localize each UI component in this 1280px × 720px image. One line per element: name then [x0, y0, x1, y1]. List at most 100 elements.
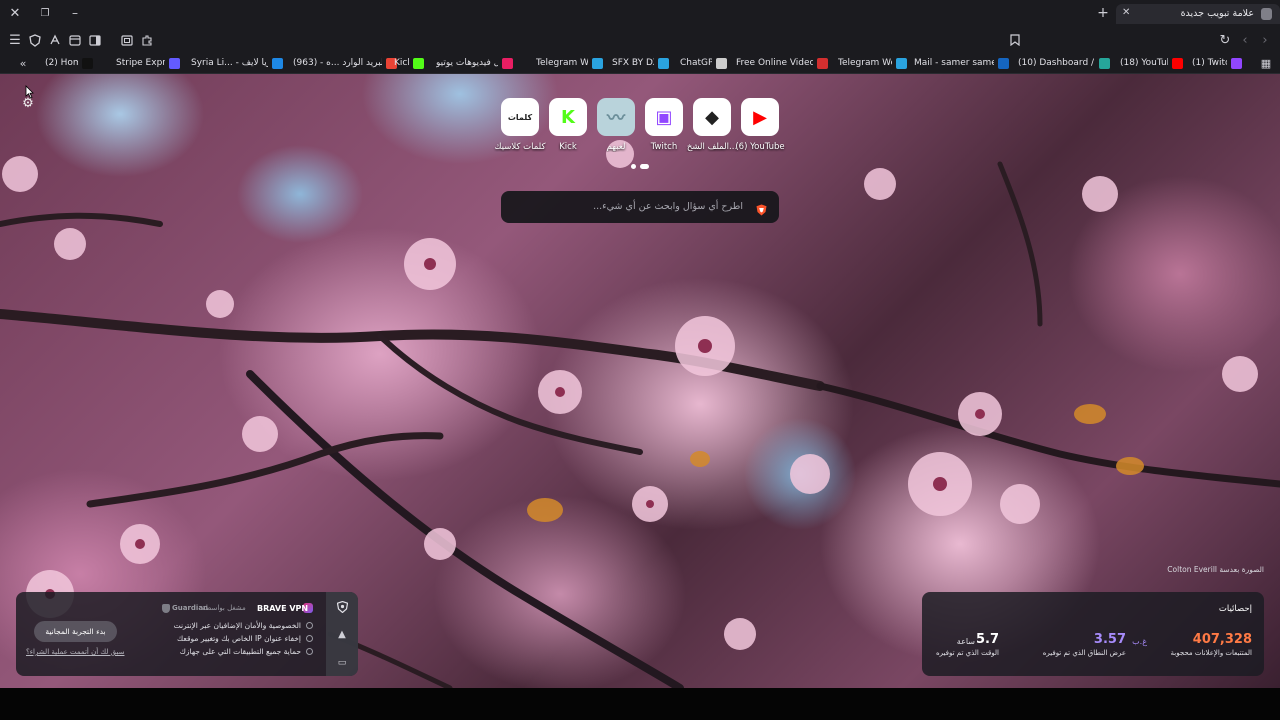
downloader-icon	[502, 57, 513, 69]
bookmark-icon[interactable]	[1008, 33, 1022, 47]
restore-window-icon[interactable]: ❐	[38, 6, 52, 20]
profile-icon[interactable]: ◆	[693, 98, 731, 136]
bookmark-label: (18) YouTube	[1120, 58, 1168, 68]
bandwidth-saved-value: 3.57	[1093, 632, 1126, 647]
bookmark-item[interactable]: Kick	[394, 55, 424, 71]
bookmark-label: Syria Li... - سوريا لايف	[191, 58, 268, 68]
bookmark-item[interactable]: Telegram Web	[838, 55, 907, 71]
bookmark-item[interactable]: Telegram Web	[536, 55, 603, 71]
bookmark-item[interactable]: (18) YouTube	[1120, 55, 1183, 71]
tile-glyph: كلمات	[507, 112, 533, 122]
start-trial-button[interactable]: بدء التجربة المجانية	[34, 621, 117, 642]
vpn-feature-2: إخفاء عنوان IP الخاص بك وتغيير موقعك	[177, 634, 301, 643]
tile-glyph: K	[561, 106, 575, 128]
youtube-icon[interactable]: ▶	[741, 98, 779, 136]
twitch-icon[interactable]: ▣	[645, 98, 683, 136]
rewards-icon[interactable]	[48, 33, 62, 47]
tab-title: علامة تبويب جديدة	[1180, 8, 1254, 19]
bookmark-item[interactable]: Free Online Video D...	[736, 55, 828, 71]
close-window-icon[interactable]: ✕	[8, 6, 22, 21]
video-downloader-icon	[817, 57, 828, 69]
bookmark-label: (10) Dashboard / Str...	[1018, 58, 1095, 68]
back-icon[interactable]: ‹	[1238, 33, 1252, 48]
guardian-logo-icon	[162, 604, 170, 613]
bookmark-item[interactable]: (1) Twitch	[1192, 55, 1242, 71]
new-tab-icon[interactable]: +	[1096, 5, 1110, 21]
bookmark-item[interactable]: (10) Dashboard / Str...	[1018, 55, 1110, 71]
trackers-blocked-value: 407,328	[1192, 632, 1252, 647]
bookmark-label: Telegram Web	[838, 58, 892, 68]
telegram-icon	[592, 57, 603, 69]
minimize-window-icon[interactable]: –	[68, 6, 82, 20]
vpn-news-icon[interactable]: ▭	[335, 656, 349, 670]
tile-glyph: ◆	[705, 106, 719, 128]
vpn-shield-icon[interactable]	[335, 600, 349, 614]
bookmark-label: Telegram Web	[536, 58, 588, 68]
check-icon	[306, 622, 313, 629]
bookmark-label: SFX BY DZN	[612, 58, 654, 68]
bookmark-item[interactable]: (963) - البريد الوارد ...ه	[293, 55, 397, 71]
stats-title: إحصائيات	[1218, 604, 1252, 614]
toolbar: ☰ ↻ ‹ ›	[0, 27, 1280, 78]
restore-purchase-link[interactable]: سبق لك أن أتممت عملية الشراء؟	[26, 648, 124, 656]
close-tab-icon[interactable]: ✕	[1122, 7, 1130, 18]
bookmark-item[interactable]: (2) Home / X	[45, 55, 93, 71]
stats-card: إحصائيات 407,328 المتتبعات والإعلانات مح…	[922, 592, 1264, 676]
bookmark-item[interactable]: Mail - samer samer...	[914, 55, 1009, 71]
tab-new-tab[interactable]: ✕ علامة تبويب جديدة	[1116, 4, 1280, 24]
game-site-icon[interactable]: 〰	[597, 98, 635, 136]
check-icon	[306, 648, 313, 655]
bookmark-label: Stripe Express	[116, 58, 165, 68]
extensions-icon[interactable]	[140, 33, 154, 47]
collapse-bookmarks-icon[interactable]: «	[16, 56, 30, 70]
photo-credit[interactable]: الصورة بعدسة Colton Everill	[1167, 565, 1264, 574]
wallet-icon[interactable]	[68, 33, 82, 47]
time-saved-value: 5.7	[975, 632, 999, 647]
bookmark-label: ChatGPT	[680, 58, 712, 68]
reload-icon[interactable]: ↻	[1218, 33, 1232, 48]
brave-tab-icon	[1261, 8, 1272, 20]
search-box[interactable]: اطرح أي سؤال وابحث عن أي شيء...	[501, 191, 779, 223]
bookmark-item[interactable]: Syria Li... - سوريا لايف	[191, 55, 283, 71]
kick-icon[interactable]: K	[549, 98, 587, 136]
youtube-icon	[1172, 57, 1183, 69]
pager-dot-2[interactable]	[640, 164, 649, 169]
bottom-strip	[0, 688, 1280, 720]
top-site-label: (6) YouTube	[735, 142, 785, 152]
outlook-icon	[998, 57, 1009, 69]
top-sites-pager[interactable]	[631, 164, 649, 169]
kalimat-icon[interactable]: كلمات	[501, 98, 539, 136]
bookmark-label: (1) Twitch	[1192, 58, 1227, 68]
bookmark-label: Mail - samer samer...	[914, 58, 994, 68]
time-saved-unit: ساعة	[956, 637, 975, 646]
bookmark-item[interactable]: Stripe Express	[116, 55, 180, 71]
menu-icon[interactable]: ☰	[8, 33, 22, 48]
sfx-icon	[658, 57, 669, 69]
tile-glyph: ▶	[753, 106, 767, 128]
bookmark-label: Kick	[394, 58, 409, 68]
bookmark-label: (2) Home / X	[45, 58, 78, 68]
mouse-cursor-icon	[25, 85, 34, 99]
bookmark-label: Free Online Video D...	[736, 58, 813, 68]
kick-icon	[413, 57, 424, 69]
dashboard-icon	[1099, 57, 1110, 69]
pager-dot-1[interactable]	[631, 164, 636, 169]
forward-icon[interactable]: ›	[1258, 33, 1272, 48]
bookmark-item[interactable]: تنزيل فيديوهات يوتيو...	[436, 55, 513, 71]
search-input[interactable]: اطرح أي سؤال وابحث عن أي شيء...	[593, 201, 743, 212]
title-bar: ✕ ❐ – + ✕ علامة تبويب جديدة	[0, 0, 1280, 27]
vpn-rewards-icon[interactable]: ▲	[335, 627, 349, 641]
tile-glyph: 〰	[607, 108, 625, 129]
stripe-icon	[169, 57, 180, 69]
vpn-partner: Guardian	[172, 604, 209, 612]
twitch-icon	[1231, 57, 1242, 69]
vpn-feature-1: الخصوصية والأمان الإضافيان عبر الإنترنت	[173, 621, 301, 630]
chatgpt-icon	[716, 57, 727, 69]
sidebar-icon[interactable]	[88, 33, 102, 47]
bookmark-item[interactable]: SFX BY DZN	[612, 55, 669, 71]
shield-icon[interactable]	[28, 33, 42, 47]
bookmark-item[interactable]: ChatGPT	[680, 55, 727, 71]
screenshot-icon[interactable]	[120, 33, 134, 47]
bookmarks-folder-icon[interactable]: ▦	[1259, 56, 1273, 70]
time-saved-label: الوقت الذي تم توفيره	[936, 649, 999, 657]
